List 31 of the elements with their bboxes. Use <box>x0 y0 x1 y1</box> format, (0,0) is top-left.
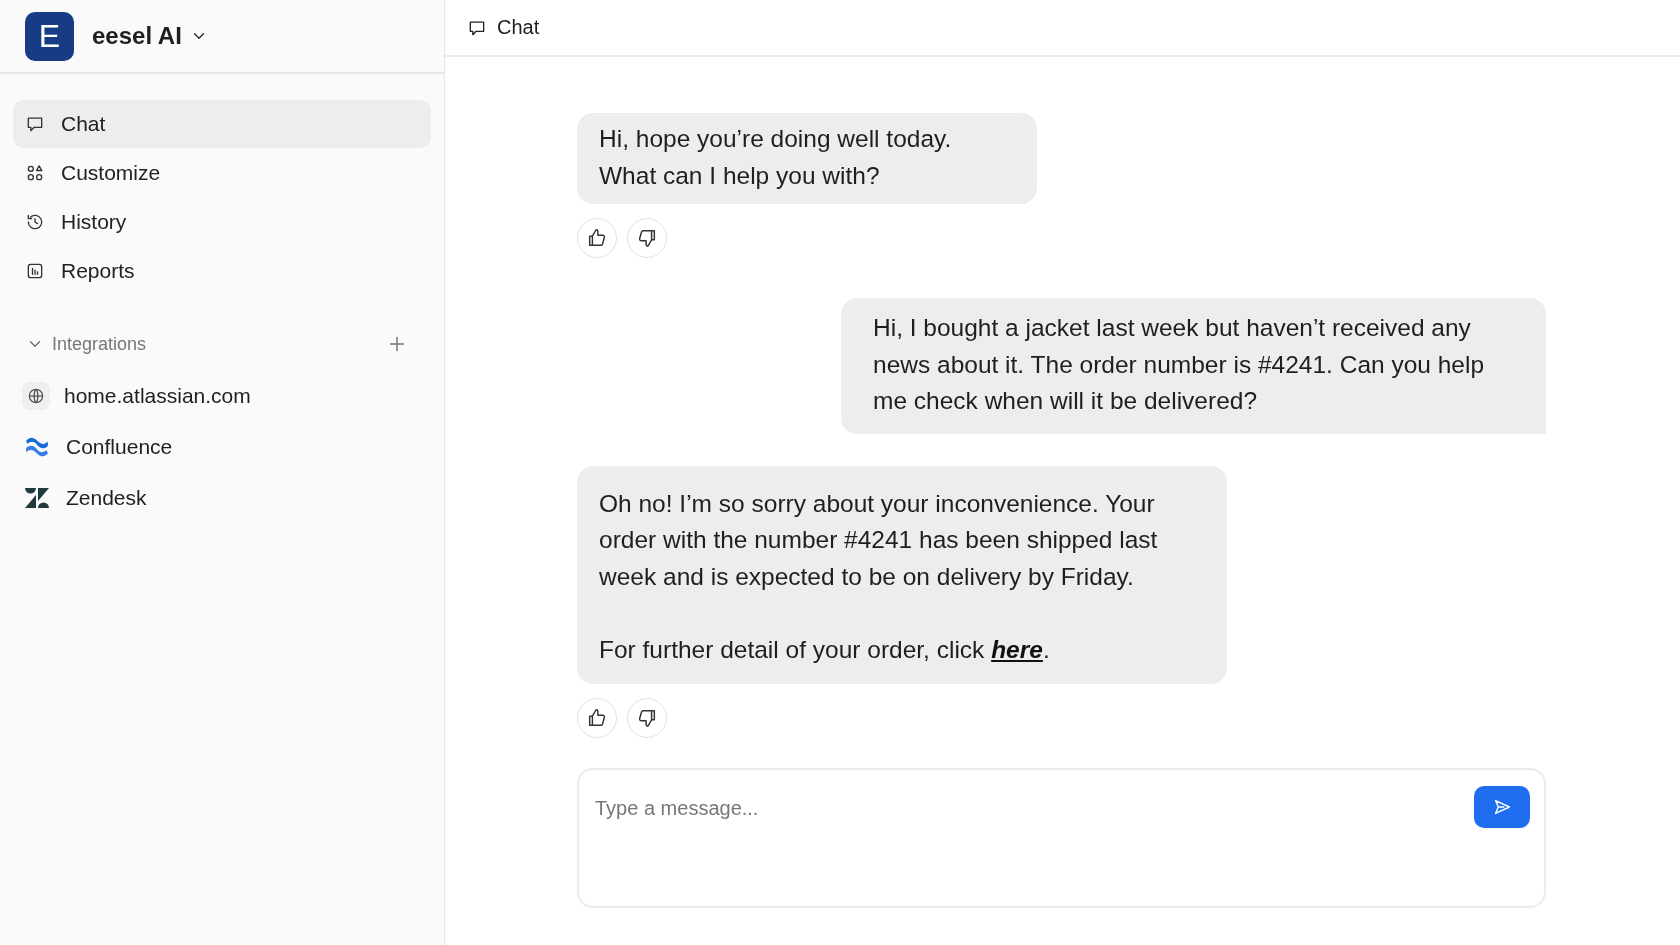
thumbs-up-button[interactable] <box>577 698 617 738</box>
section-title: Integrations <box>52 333 148 355</box>
thumbs-down-button[interactable] <box>627 218 667 258</box>
message-composer[interactable]: Type a message... <box>577 768 1546 908</box>
message-text: For further detail of your order, click here. <box>599 634 1051 665</box>
nav-item[interactable]: Reports <box>13 247 431 295</box>
globe-icon <box>22 381 50 410</box>
thumbs-up-icon <box>586 227 608 249</box>
integration-name[interactable]: Confluence <box>66 434 173 459</box>
message-text: Hi, hope you’re doing well today. What can I help you with? <box>599 124 953 191</box>
page-title: Chat <box>497 16 540 39</box>
integration-name[interactable]: home.atlassian.com <box>64 383 251 408</box>
chart-icon <box>25 261 45 281</box>
message-input[interactable]: Type a message... <box>593 796 1464 821</box>
thumbs-up-icon <box>586 707 608 729</box>
shapes-icon <box>25 163 45 183</box>
thumbs-down-icon <box>636 707 658 729</box>
thumbs-down-icon <box>636 227 658 249</box>
history-icon <box>25 212 45 232</box>
nav-item[interactable]: History <box>13 198 431 246</box>
workspace-switcher[interactable]: eesel AI <box>92 22 208 50</box>
send-button[interactable] <box>1474 786 1530 828</box>
nav-item[interactable]: Chat <box>13 100 431 148</box>
integration-name[interactable]: Zendesk <box>66 485 147 510</box>
thumbs-down-button[interactable] <box>627 698 667 738</box>
message-text: Oh no! I’m so sorry about your inconvenience. Your order with the number #4241 has been shipped last week and is expected to be on delivery by Friday. <box>599 488 1159 592</box>
workspace-logo: E <box>25 11 74 61</box>
message-text: Hi, I bought a jacket last week but haven’t received any news about it. The order number is #4241. Can you help me check when will it be delivered? <box>873 313 1486 416</box>
thumbs-up-button[interactable] <box>577 218 617 258</box>
link[interactable]: here <box>991 635 1043 663</box>
nav-item[interactable]: Customize <box>13 149 431 197</box>
